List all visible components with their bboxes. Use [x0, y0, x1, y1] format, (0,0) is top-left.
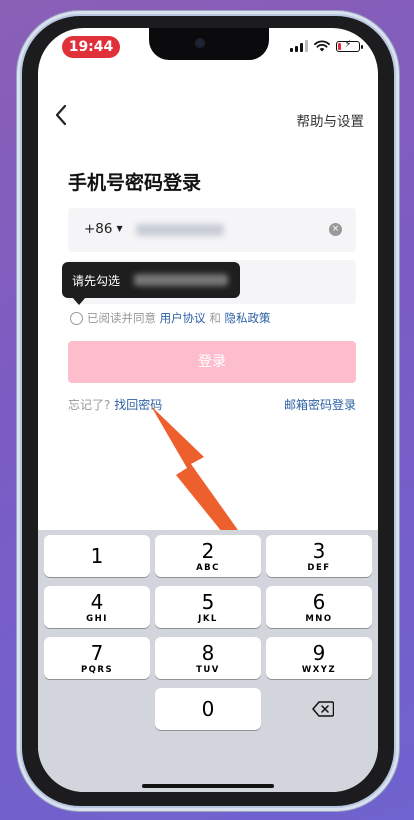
key-4[interactable]: 4 GHI [44, 586, 150, 628]
backspace-icon [312, 701, 334, 717]
key-5[interactable]: 5 JKL [155, 586, 261, 628]
key-6[interactable]: 6 MNO [266, 586, 372, 628]
key-1[interactable]: 1 [44, 535, 150, 577]
key-7[interactable]: 7 PQRS [44, 637, 150, 679]
home-indicator [142, 784, 274, 788]
delete-key[interactable] [270, 688, 376, 730]
numeric-keypad: 1 2 ABC 3 DEF 4 GHI 5 JKL 6 MNO 7 PQRS 8 TUV 9W… [38, 530, 378, 792]
key-0[interactable]: 0 [155, 688, 261, 730]
key-9[interactable]: 9 WXYZ [266, 637, 372, 679]
key-2[interactable]: 2 ABC [155, 535, 261, 577]
key-8[interactable]: 8 TUV [155, 637, 261, 679]
screen: 19:44 ⚡ 帮助与设置 手机号密码登录 +86 ▼ × 请先勾选 已阅读并同… [38, 28, 378, 792]
phone-frame: 19:44 ⚡ 帮助与设置 手机号密码登录 +86 ▼ × 请先勾选 已阅读并同… [22, 16, 394, 806]
key-3[interactable]: 3 DEF [266, 535, 372, 577]
